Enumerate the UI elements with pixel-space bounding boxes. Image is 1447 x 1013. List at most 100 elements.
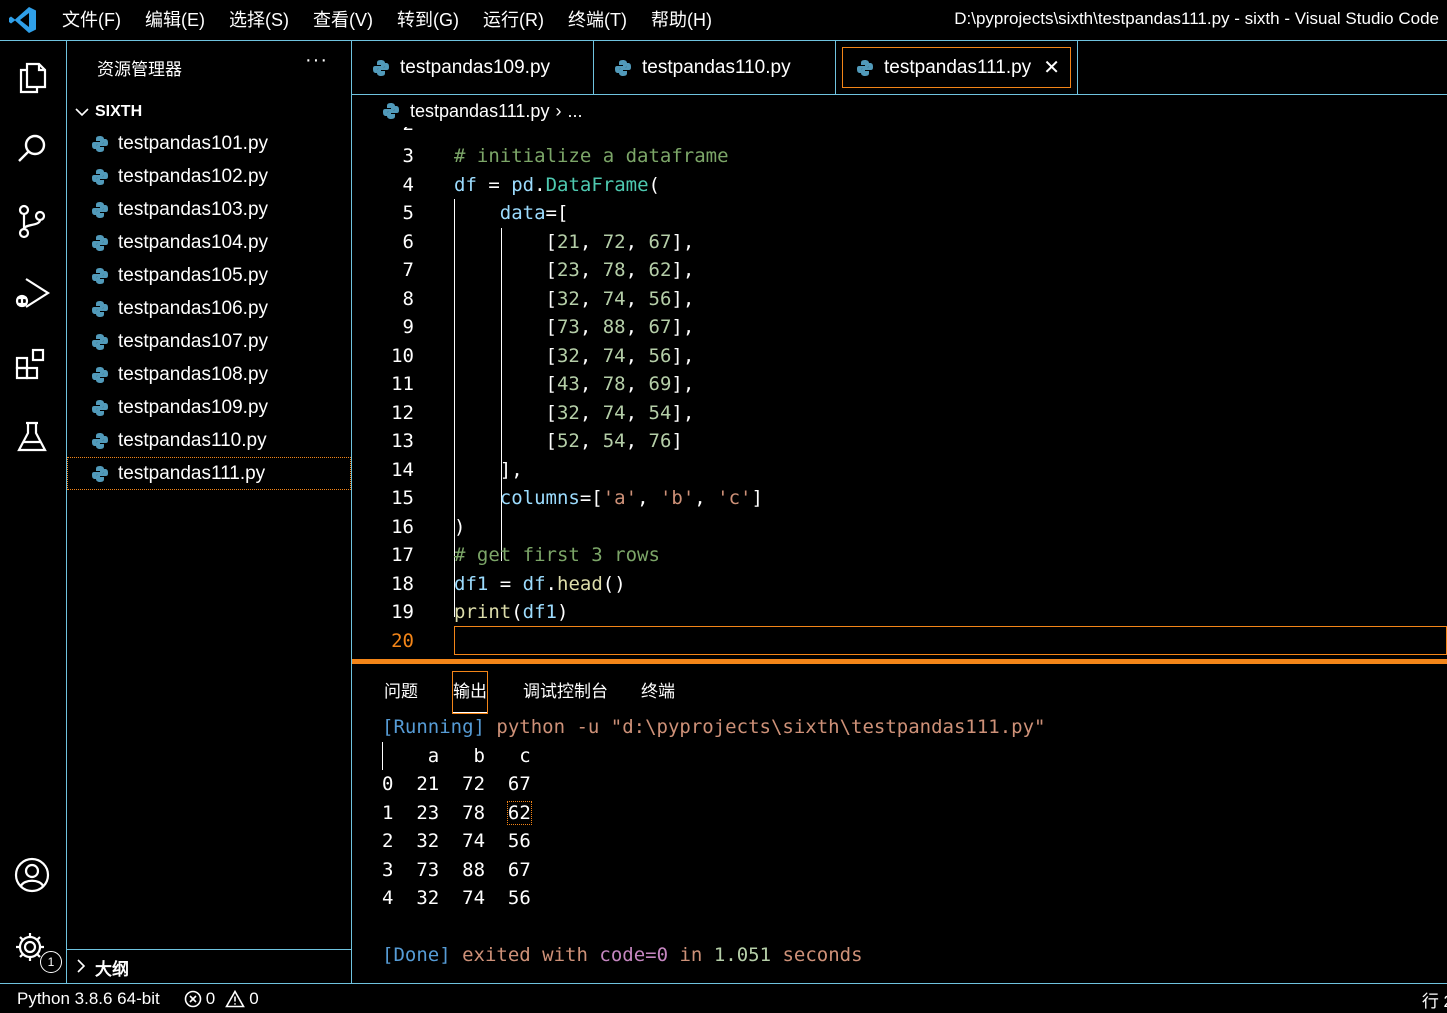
table-row: 4 32 74 56: [382, 887, 531, 909]
line-number: 17: [391, 544, 414, 566]
extensions-icon[interactable]: [10, 343, 54, 387]
menu-edit[interactable]: 编辑(E): [133, 0, 217, 40]
chevron-down-icon: [75, 104, 89, 120]
code-line: [21, 72, 67],: [454, 231, 695, 253]
file-item[interactable]: testpandas101.py: [67, 127, 351, 160]
tab-label: testpandas110.py: [642, 56, 791, 78]
cursor-position[interactable]: 行 2: [1422, 987, 1447, 1012]
code-line: columns=['a', 'b', 'c']: [499, 487, 763, 509]
breadcrumb-more[interactable]: ...: [567, 101, 582, 122]
python-file-icon: [615, 59, 631, 76]
file-name: testpandas110.py: [118, 429, 267, 451]
folder-name: SIXTH: [95, 103, 143, 120]
line-number: 16: [391, 516, 414, 538]
python-file-icon: [92, 135, 108, 152]
file-name: testpandas101.py: [118, 132, 269, 154]
search-icon[interactable]: [10, 127, 54, 171]
more-actions-button[interactable]: ···: [305, 49, 328, 72]
file-name: testpandas104.py: [118, 231, 269, 253]
python-file-icon: [92, 300, 108, 317]
code-line: df1 = df.head(): [454, 573, 626, 595]
run-debug-icon[interactable]: [10, 271, 54, 315]
menu-selection[interactable]: 选择(S): [217, 0, 301, 40]
comment: # initialize a dataframe: [454, 145, 729, 167]
testing-icon[interactable]: [10, 415, 54, 459]
code-line: [23, 78, 62],: [454, 259, 695, 281]
line-number: 5: [402, 202, 414, 224]
file-item[interactable]: testpandas109.py: [67, 391, 351, 424]
table-row: 3 73 88 67: [382, 859, 531, 881]
file-item-active[interactable]: testpandas111.py: [67, 457, 351, 490]
python-file-icon: [92, 399, 108, 416]
file-item[interactable]: testpandas107.py: [67, 325, 351, 358]
python-file-icon: [383, 103, 399, 119]
title-bar: 文件(F) 编辑(E) 选择(S) 查看(V) 转到(G) 运行(R) 终端(T…: [0, 0, 1447, 41]
line-number: 10: [391, 345, 414, 367]
table-row: 2 32 74 56: [382, 830, 531, 852]
output-done-line: [Done] exited with code=0 in 1.051 secon…: [382, 944, 863, 966]
code-line: data=[: [499, 202, 569, 224]
problems-indicator[interactable]: 0 0: [184, 989, 263, 1009]
python-file-icon: [92, 366, 108, 383]
file-item[interactable]: testpandas106.py: [67, 292, 351, 325]
file-name: testpandas102.py: [118, 165, 269, 187]
bottom-panel: 问题 输出 调试控制台 终端 [Running] python -u "d:\p…: [352, 664, 1447, 983]
file-item[interactable]: testpandas105.py: [67, 259, 351, 292]
menu-run[interactable]: 运行(R): [471, 0, 556, 40]
tab-label: testpandas109.py: [400, 56, 551, 78]
warning-icon: [225, 989, 246, 1007]
activity-bar: 1: [0, 41, 67, 983]
table-row: 1 23 78 62: [382, 801, 532, 825]
tab-debug-console[interactable]: 调试控制台: [523, 672, 608, 712]
line-number: 7: [402, 259, 414, 281]
comment: # get first 3 rows: [454, 544, 660, 566]
current-line-highlight: [454, 626, 1447, 655]
menu-view[interactable]: 查看(V): [301, 0, 385, 40]
code-line: ): [454, 516, 466, 538]
warning-count: 0: [249, 988, 259, 1008]
editor-tabs: testpandas109.py testpandas110.py testpa…: [352, 41, 1447, 95]
settings-badge: 1: [40, 951, 62, 973]
menu-help[interactable]: 帮助(H): [639, 0, 724, 40]
tab-testpandas109[interactable]: testpandas109.py: [352, 41, 594, 94]
window-title: D:\pyprojects\sixth\testpandas111.py - s…: [954, 9, 1439, 28]
file-name: testpandas107.py: [118, 330, 269, 352]
file-name: testpandas111.py: [118, 462, 266, 484]
source-control-icon[interactable]: [10, 199, 54, 243]
menu-file[interactable]: 文件(F): [50, 0, 133, 40]
line-number: 6: [402, 231, 414, 253]
tab-testpandas111[interactable]: testpandas111.py ✕: [836, 41, 1078, 94]
breadcrumb: testpandas111.py › ...: [352, 95, 1447, 127]
python-interpreter[interactable]: Python 3.8.6 64-bit: [17, 989, 160, 1009]
breadcrumb-file[interactable]: testpandas111.py: [410, 101, 549, 122]
line-number: 15: [391, 487, 414, 509]
file-item[interactable]: testpandas102.py: [67, 160, 351, 193]
files-icon[interactable]: [10, 55, 54, 99]
folder-header[interactable]: SIXTH: [67, 99, 351, 125]
file-item[interactable]: testpandas103.py: [67, 193, 351, 226]
settings-icon[interactable]: 1: [10, 927, 62, 973]
file-item[interactable]: testpandas108.py: [67, 358, 351, 391]
table-row: 0 21 72 67: [382, 773, 531, 795]
python-file-icon: [92, 333, 108, 350]
outline-section-header[interactable]: 大纲: [67, 949, 351, 984]
file-item[interactable]: testpandas110.py: [67, 424, 351, 457]
menu-go[interactable]: 转到(G): [385, 0, 471, 40]
code-line: [32, 74, 56],: [454, 288, 695, 310]
menu-terminal[interactable]: 终端(T): [556, 0, 639, 40]
table-header: a b c: [382, 745, 531, 767]
tab-testpandas110[interactable]: testpandas110.py: [594, 41, 836, 94]
file-tree: testpandas101.py testpandas102.py testpa…: [67, 127, 351, 490]
vscode-logo-icon: [9, 7, 36, 33]
code-editor[interactable]: 2 3 # initialize a dataframe 4 df = pd.D…: [352, 127, 1447, 659]
tab-problems[interactable]: 问题: [384, 672, 418, 712]
code-line: ],: [454, 459, 523, 481]
running-command: python -u "d:\pyprojects\sixth\testpanda…: [496, 716, 1046, 738]
account-icon[interactable]: [10, 853, 54, 897]
python-file-icon: [92, 432, 108, 449]
python-file-icon: [92, 168, 108, 185]
output-running-line: [Running] python -u "d:\pyprojects\sixth…: [382, 716, 1045, 738]
file-item[interactable]: testpandas104.py: [67, 226, 351, 259]
tab-output[interactable]: 输出: [452, 671, 488, 714]
tab-terminal[interactable]: 终端: [641, 672, 675, 712]
